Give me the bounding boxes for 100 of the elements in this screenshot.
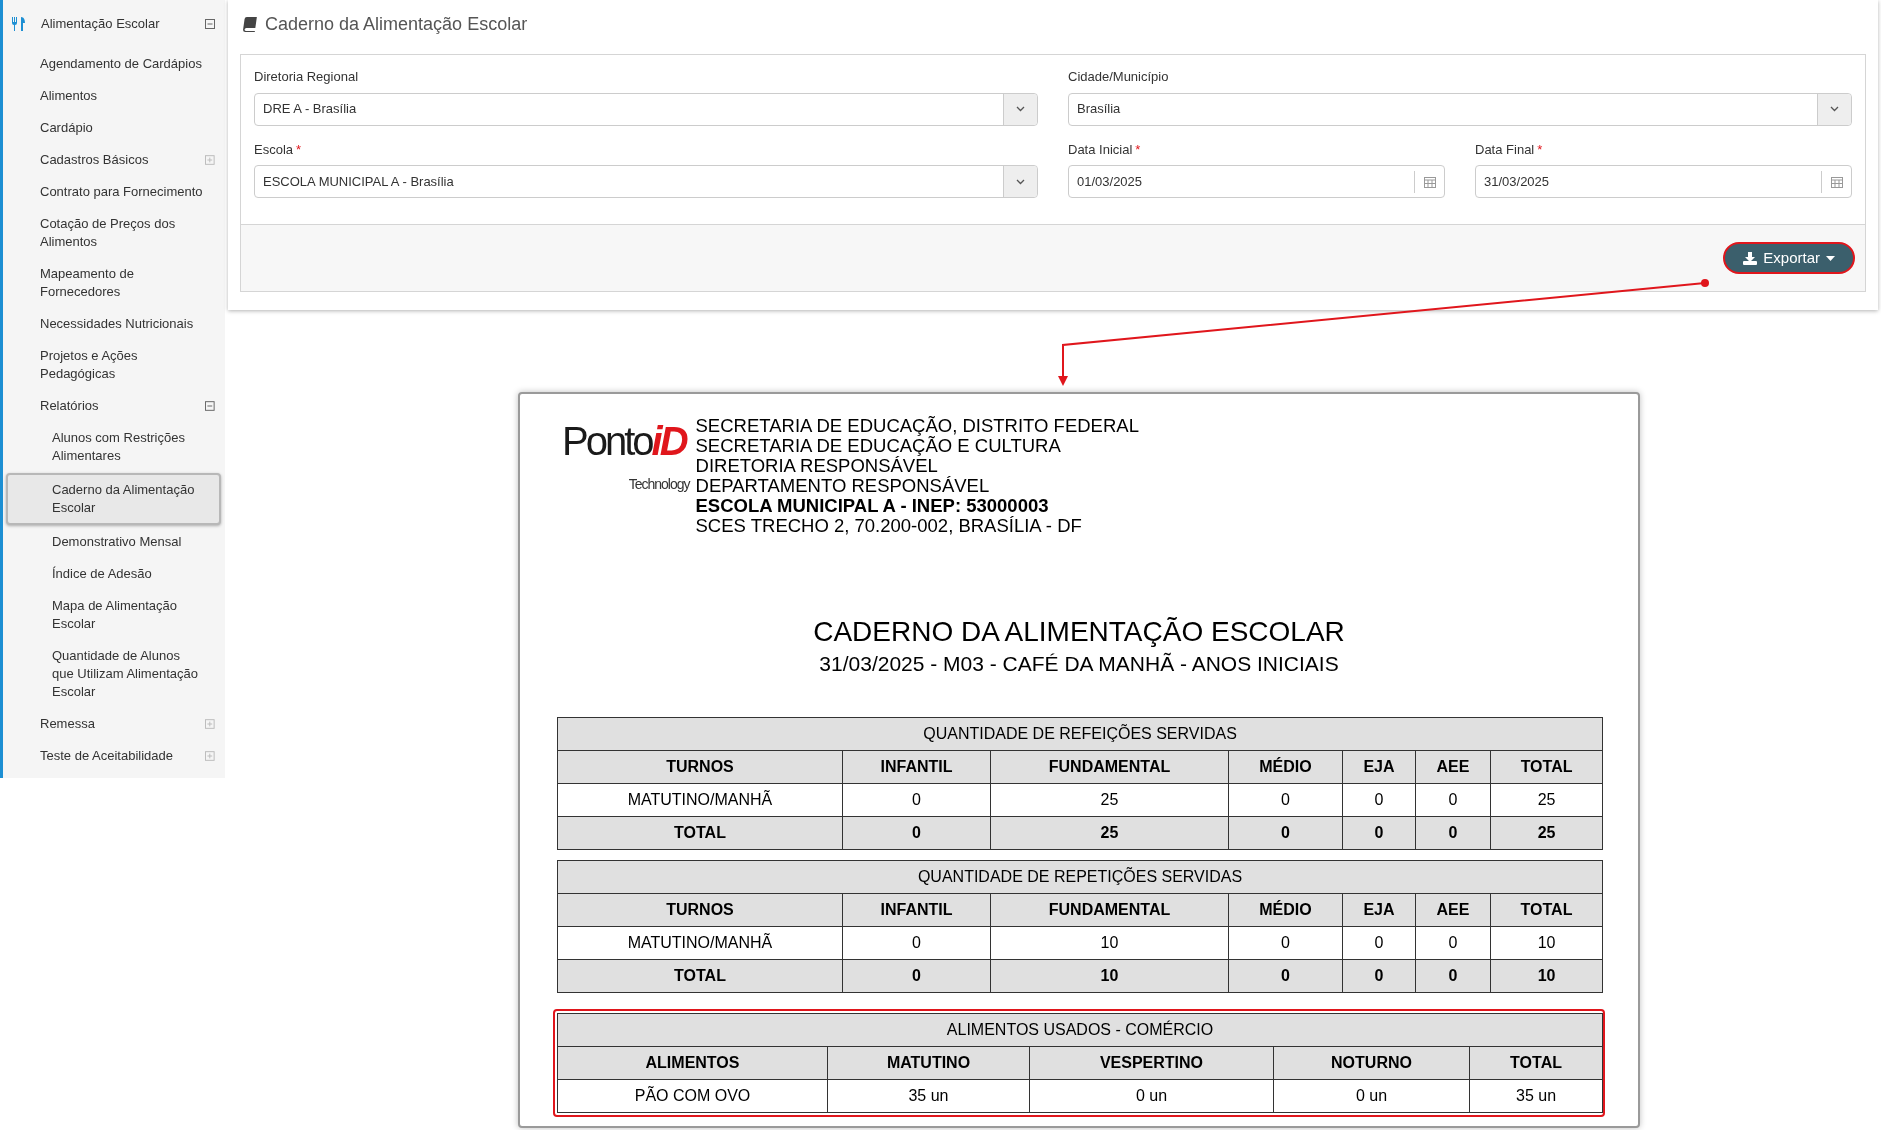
total-cell: 0 bbox=[1415, 959, 1491, 993]
column-header: TURNOS bbox=[557, 893, 843, 927]
sidebar-item[interactable]: Remessa bbox=[40, 708, 206, 740]
field-label: Escola bbox=[254, 140, 294, 159]
select-field[interactable]: ESCOLA MUNICIPAL A - Brasília bbox=[254, 165, 1038, 198]
column-header: FUNDAMENTAL bbox=[990, 750, 1229, 784]
sidebar-item[interactable]: Quantidade de Alunos que Utilizam Alimentação Escolar bbox=[52, 640, 202, 708]
table-cell: 25 bbox=[1490, 783, 1603, 817]
date-field[interactable]: 31/03/2025 bbox=[1475, 165, 1852, 198]
table-cell: 35 un bbox=[827, 1079, 1030, 1113]
export-button[interactable]: Exportar bbox=[1723, 242, 1855, 274]
download-icon bbox=[1743, 251, 1758, 265]
select-field[interactable]: DRE A - Brasília bbox=[254, 92, 1038, 126]
total-cell: 0 bbox=[842, 816, 991, 850]
table-cell: 0 bbox=[842, 783, 991, 817]
page-title: Caderno da Alimentação Escolar bbox=[265, 12, 528, 36]
header-line: SECRETARIA DE EDUCAÇÃO, DISTRITO FEDERAL bbox=[695, 416, 1139, 436]
column-header: INFANTIL bbox=[842, 750, 991, 784]
select-field[interactable]: Brasília bbox=[1068, 92, 1852, 126]
chevron-down-icon bbox=[1016, 106, 1025, 112]
table-title: QUANTIDADE DE REPETIÇÕES SERVIDAS bbox=[557, 860, 1603, 894]
sidebar-item[interactable]: Alunos com Restrições Alimentares bbox=[52, 422, 202, 472]
sidebar-item[interactable]: Índice de Adesão bbox=[52, 558, 202, 590]
sidebar-item[interactable]: Mapeamento de Fornecedores bbox=[40, 258, 212, 308]
sidebar-item[interactable]: Projetos e Ações Pedagógicas bbox=[40, 340, 212, 390]
required-mark: * bbox=[1135, 140, 1141, 159]
total-cell: 25 bbox=[990, 816, 1229, 850]
column-header: VESPERTINO bbox=[1029, 1046, 1274, 1080]
column-header: ALIMENTOS bbox=[557, 1046, 828, 1080]
table-cell: 0 un bbox=[1029, 1079, 1274, 1113]
expand-icon[interactable] bbox=[205, 719, 215, 729]
sidebar-item[interactable]: Alimentos bbox=[40, 80, 212, 112]
sidebar-item[interactable]: Demonstrativo Mensal bbox=[52, 526, 202, 558]
total-cell: 0 bbox=[1342, 816, 1416, 850]
sidebar-item[interactable]: Necessidades Nutricionais bbox=[40, 308, 212, 340]
header-line: ESCOLA MUNICIPAL A - INEP: 53000003 bbox=[695, 496, 1050, 516]
expand-icon[interactable] bbox=[205, 751, 215, 761]
total-cell: 25 bbox=[1490, 816, 1603, 850]
caret-icon bbox=[1826, 255, 1835, 261]
chevron-down-icon bbox=[1016, 178, 1025, 185]
sidebar-item[interactable]: Caderno da Alimentação Escolar bbox=[6, 473, 221, 525]
column-header: TURNOS bbox=[557, 750, 843, 784]
column-header: INFANTIL bbox=[842, 893, 991, 927]
sidebar-item[interactable]: Contrato para Fornecimento bbox=[40, 176, 212, 208]
sidebar-item[interactable]: Cotação de Preços dos Alimentos bbox=[40, 208, 212, 258]
column-header: NOTURNO bbox=[1273, 1046, 1470, 1080]
column-header: AEE bbox=[1415, 893, 1491, 927]
sidebar-item[interactable]: Cadastros Básicos bbox=[40, 144, 206, 176]
field-label: Data Inicial bbox=[1068, 140, 1133, 159]
total-cell: 10 bbox=[990, 959, 1229, 993]
collapse-icon[interactable] bbox=[205, 401, 215, 411]
report-subtitle: 31/03/2025 - M03 - CAFÉ DA MANHÃ - ANOS INICIAIS bbox=[818, 651, 1340, 677]
table-cell: 0 bbox=[1228, 926, 1343, 960]
chevron-down-icon bbox=[1830, 106, 1839, 112]
table-cell: 10 bbox=[1490, 926, 1603, 960]
field-label: Diretoria Regional bbox=[254, 68, 359, 86]
table-cell: PÃO COM OVO bbox=[557, 1079, 828, 1113]
table-cell: 0 bbox=[1415, 926, 1491, 960]
required-mark: * bbox=[296, 140, 302, 159]
column-header: AEE bbox=[1415, 750, 1491, 784]
collapse-icon[interactable] bbox=[205, 19, 215, 29]
date-field[interactable]: 01/03/2025 bbox=[1068, 165, 1445, 198]
column-header: TOTAL bbox=[1490, 750, 1603, 784]
calendar-icon bbox=[1423, 175, 1436, 188]
table-cell: 0 bbox=[1228, 783, 1343, 817]
header-line: SCES TRECHO 2, 70.200-002, BRASÍLIA - DF bbox=[695, 516, 1083, 536]
table-cell: 0 un bbox=[1273, 1079, 1470, 1113]
table-cell: 0 bbox=[1342, 926, 1416, 960]
company-logo: PontoiD Technology bbox=[562, 418, 690, 494]
total-cell: TOTAL bbox=[557, 959, 843, 993]
sidebar-item[interactable]: Teste de Aceitabilidade bbox=[40, 740, 206, 772]
column-header: TOTAL bbox=[1490, 893, 1603, 927]
sidebar-item[interactable]: Agendamento de Cardápios bbox=[40, 48, 212, 80]
column-header: EJA bbox=[1342, 893, 1416, 927]
table-cell: 10 bbox=[990, 926, 1229, 960]
sidebar-item[interactable]: Relatórios bbox=[40, 390, 206, 422]
total-cell: 0 bbox=[842, 959, 991, 993]
column-header: MATUTINO bbox=[827, 1046, 1030, 1080]
header-line: DIRETORIA RESPONSÁVEL bbox=[695, 456, 938, 476]
column-header: MÉDIO bbox=[1228, 893, 1343, 927]
table-cell: MATUTINO/MANHÃ bbox=[557, 926, 843, 960]
required-mark: * bbox=[1537, 140, 1543, 159]
expand-icon[interactable] bbox=[205, 155, 215, 165]
header-line: DEPARTAMENTO RESPONSÁVEL bbox=[695, 476, 991, 496]
cutlery-icon bbox=[11, 16, 27, 32]
column-header: FUNDAMENTAL bbox=[990, 893, 1229, 927]
field-label: Data Final bbox=[1475, 140, 1535, 159]
table-cell: 0 bbox=[1342, 783, 1416, 817]
table-cell: MATUTINO/MANHÃ bbox=[557, 783, 843, 817]
report-title: CADERNO DA ALIMENTAÇÃO ESCOLAR bbox=[812, 616, 1346, 648]
sidebar-item[interactable]: Cardápio bbox=[40, 112, 212, 144]
calendar-icon bbox=[1830, 175, 1843, 188]
column-header: MÉDIO bbox=[1228, 750, 1343, 784]
total-cell: 10 bbox=[1490, 959, 1603, 993]
sidebar-item[interactable]: Mapa de Alimentação Escolar bbox=[52, 590, 202, 640]
table-cell: 0 bbox=[842, 926, 991, 960]
field-label: Cidade/Município bbox=[1068, 68, 1169, 86]
book-icon bbox=[241, 16, 257, 32]
sidebar-section-title[interactable]: Alimentação Escolar bbox=[41, 14, 205, 34]
table-cell: 25 bbox=[990, 783, 1229, 817]
